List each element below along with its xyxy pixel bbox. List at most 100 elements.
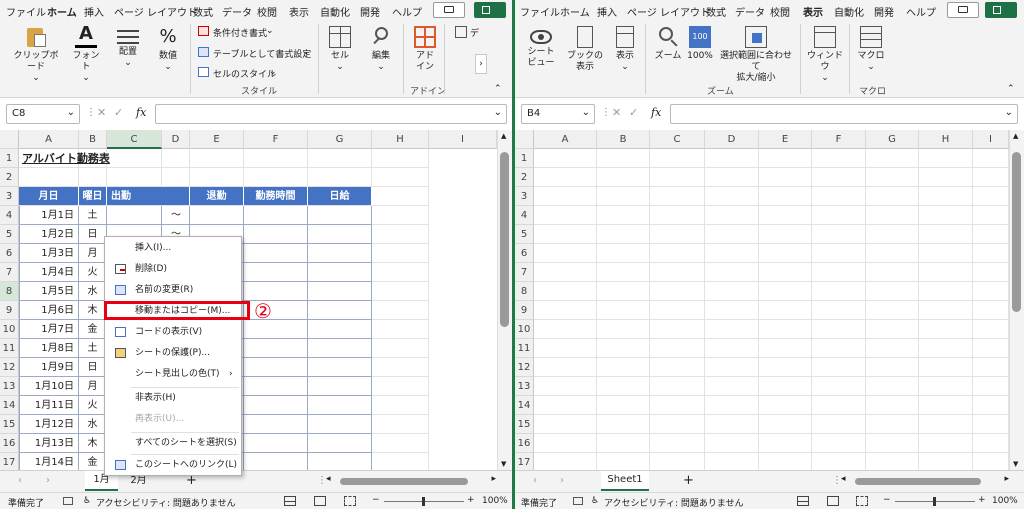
cell[interactable] (866, 168, 919, 187)
horizontal-scrollbar[interactable]: ◂ ▸ (326, 474, 496, 486)
cell[interactable] (650, 263, 705, 282)
cell[interactable] (597, 415, 650, 434)
cancel-icon[interactable]: ✕ (97, 106, 106, 119)
date-cell[interactable]: 1月3日 (19, 244, 79, 263)
row-header[interactable]: 16 (0, 434, 19, 453)
accessibility-status[interactable]: アクセシビリティ: 問題ありません (96, 496, 236, 509)
cell[interactable] (372, 149, 429, 168)
cell[interactable] (759, 358, 812, 377)
cell[interactable] (372, 206, 429, 225)
date-cell[interactable]: 1月13日 (19, 434, 79, 453)
select-all-corner[interactable] (0, 130, 19, 149)
cell[interactable] (812, 301, 866, 320)
row-header[interactable]: 3 (0, 187, 19, 206)
tab-file[interactable]: ファイル (6, 4, 46, 19)
editing-button[interactable]: 編集 ⌄ (366, 26, 396, 73)
cell[interactable] (650, 415, 705, 434)
sheet-tab-sheet1[interactable]: Sheet1 (601, 471, 649, 491)
cell[interactable] (866, 434, 919, 453)
cell[interactable] (597, 301, 650, 320)
table-cell[interactable] (308, 225, 372, 244)
row-header[interactable]: 7 (515, 263, 534, 282)
horizontal-scrollbar[interactable]: ◂ ▸ (841, 474, 1009, 486)
tab-insert[interactable]: 挿入 (84, 4, 104, 19)
menu-item-insert[interactable]: 挿入(I)... (105, 238, 241, 258)
tab-insert[interactable]: 挿入 (597, 4, 617, 19)
cell[interactable] (866, 244, 919, 263)
accessibility-icon[interactable]: ♿ (591, 496, 599, 506)
cell[interactable] (705, 206, 759, 225)
tab-file[interactable]: ファイル (520, 4, 560, 19)
cell[interactable] (162, 168, 190, 187)
accessibility-status[interactable]: アクセシビリティ: 問題ありません (604, 496, 744, 509)
date-cell[interactable]: 1月4日 (19, 263, 79, 282)
row-header[interactable]: 2 (0, 168, 19, 187)
page-break-icon[interactable] (856, 496, 868, 506)
cell[interactable] (866, 358, 919, 377)
zoom-out-button[interactable]: − (883, 495, 891, 505)
prev-sheet-icon[interactable]: ‹ (533, 475, 537, 486)
cell[interactable] (534, 377, 597, 396)
menu-item-tab-color[interactable]: シート見出しの色(T) › (105, 364, 241, 384)
cell[interactable] (308, 149, 372, 168)
row-header[interactable]: 6 (515, 244, 534, 263)
select-all-corner[interactable] (515, 130, 534, 149)
cell[interactable] (812, 358, 866, 377)
cell[interactable] (534, 187, 597, 206)
cell[interactable] (372, 187, 429, 206)
row-header[interactable]: 4 (515, 206, 534, 225)
formula-input[interactable]: ⌄ (155, 104, 507, 124)
tab-page-layout[interactable]: ページ レイアウト (114, 4, 197, 19)
vertical-scrollbar[interactable]: ▲ ▼ (1009, 130, 1024, 470)
cell[interactable] (973, 358, 1009, 377)
cell[interactable] (812, 225, 866, 244)
cell[interactable] (190, 168, 244, 187)
cell[interactable] (866, 301, 919, 320)
font-button[interactable]: A フォント ⌄ (70, 25, 102, 84)
sheet-view-button[interactable]: シート ビュー (525, 26, 557, 69)
cell[interactable] (705, 168, 759, 187)
cell[interactable] (919, 320, 973, 339)
weekday-cell[interactable]: 土 (79, 339, 107, 358)
cell[interactable] (759, 149, 812, 168)
cell[interactable] (597, 339, 650, 358)
cell[interactable] (705, 225, 759, 244)
date-cell[interactable]: 1月8日 (19, 339, 79, 358)
column-header[interactable]: E (190, 130, 244, 149)
cell[interactable] (759, 244, 812, 263)
cell[interactable] (759, 282, 812, 301)
cell[interactable] (534, 206, 597, 225)
cell[interactable] (866, 415, 919, 434)
column-header[interactable]: I (973, 130, 1009, 149)
zoom-in-button[interactable]: + (467, 495, 475, 505)
cell[interactable] (866, 263, 919, 282)
cell[interactable] (705, 320, 759, 339)
cell[interactable] (919, 434, 973, 453)
enter-icon[interactable]: ✓ (629, 106, 638, 119)
column-header[interactable]: F (244, 130, 308, 149)
weekday-cell[interactable]: 日 (79, 225, 107, 244)
weekday-cell[interactable]: 月 (79, 377, 107, 396)
cell[interactable] (759, 187, 812, 206)
ribbon-collapse-icon[interactable]: ⌃ (494, 84, 502, 94)
cell[interactable] (973, 263, 1009, 282)
cell[interactable] (973, 320, 1009, 339)
cell[interactable] (650, 187, 705, 206)
cell[interactable] (919, 377, 973, 396)
cell[interactable] (759, 320, 812, 339)
table-cell[interactable] (107, 206, 162, 225)
cell[interactable] (759, 339, 812, 358)
cell[interactable] (973, 339, 1009, 358)
ribbon-scroll-right-button[interactable]: › (475, 54, 487, 74)
cell[interactable] (919, 206, 973, 225)
cell[interactable] (866, 377, 919, 396)
table-cell[interactable] (308, 244, 372, 263)
column-header[interactable]: A (19, 130, 79, 149)
table-cell[interactable] (244, 263, 308, 282)
cell[interactable] (919, 396, 973, 415)
scroll-up-icon[interactable]: ▲ (501, 132, 506, 140)
cell[interactable] (919, 301, 973, 320)
cell[interactable] (705, 263, 759, 282)
cell[interactable] (866, 396, 919, 415)
cell[interactable] (759, 301, 812, 320)
